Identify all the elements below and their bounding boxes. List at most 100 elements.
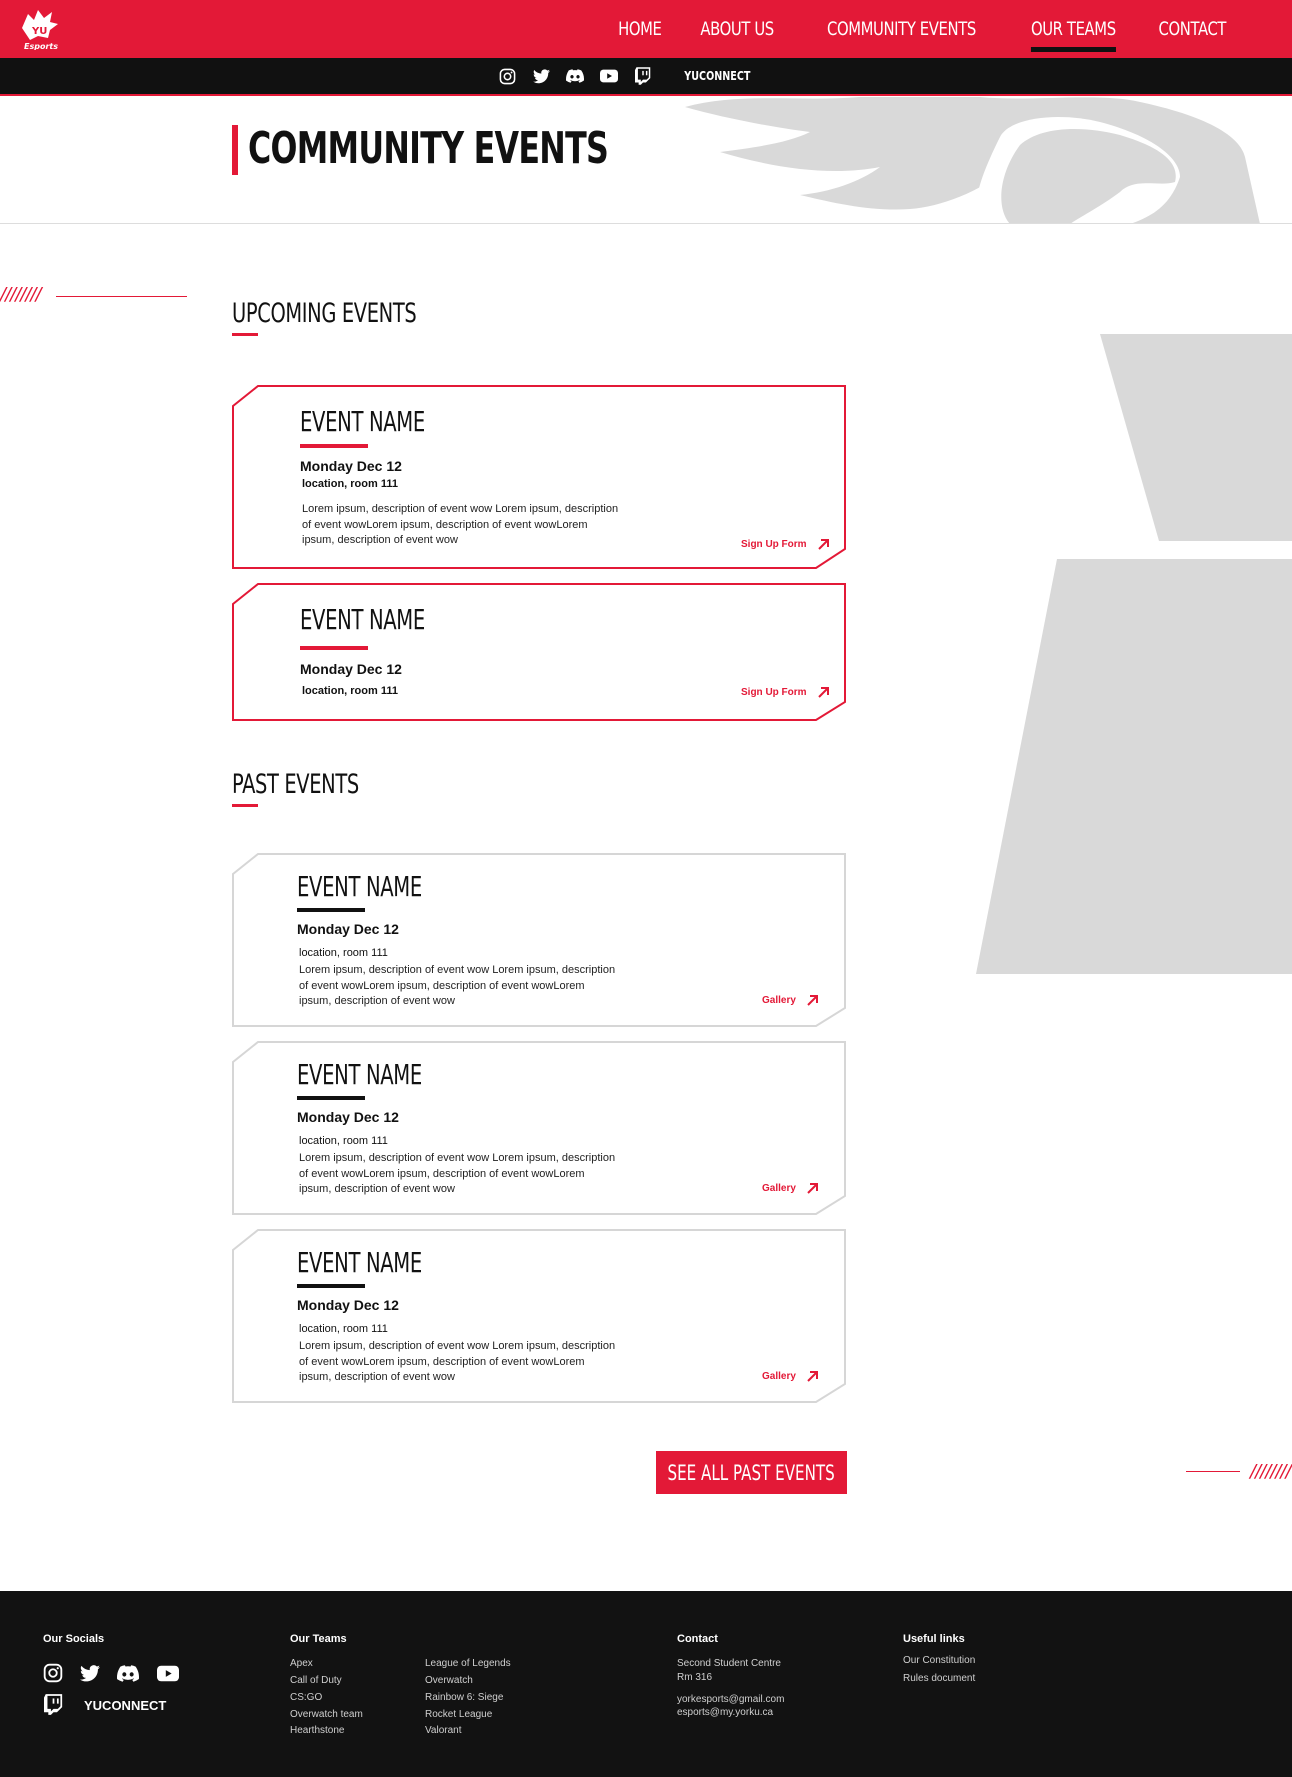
yuconnect-link[interactable]: YUCONNECT [684, 69, 750, 83]
event-description: Lorem ipsum, description of event wow Lo… [302, 503, 619, 546]
event-name-underline [297, 1096, 365, 1100]
sign-up-form-link[interactable]: Sign Up Form [741, 538, 830, 551]
footer-constitution-link[interactable]: Our Constitution [903, 1655, 975, 1666]
upcoming-events-underline [232, 333, 258, 336]
past-event-card: EVENT NAME Monday Dec 12 location, room … [232, 1229, 847, 1404]
gallery-link[interactable]: Gallery [762, 1182, 819, 1195]
main-nav: HOME ABOUT US COMMUNITY EVENTS OUR TEAMS… [601, 0, 1247, 58]
twitter-icon[interactable] [79, 1662, 101, 1684]
lion-watermark [685, 97, 1260, 223]
gallery-label: Gallery [762, 1183, 796, 1194]
nav-home[interactable]: HOME [610, 0, 671, 58]
arrow-up-right-icon [817, 539, 829, 550]
decorative-line-left [56, 296, 187, 297]
footer-team-link[interactable]: Overwatch team [290, 1709, 363, 1720]
footer-team-link[interactable]: League of Legends [425, 1658, 511, 1669]
event-description: Lorem ipsum, description of event wow Lo… [299, 1152, 616, 1195]
twitter-icon[interactable] [532, 67, 550, 85]
upcoming-event-card: EVENT NAME Monday Dec 12 location, room … [232, 385, 847, 570]
past-events-title: PAST EVENTS [232, 769, 359, 800]
sign-up-form-label: Sign Up Form [741, 539, 807, 550]
footer-rules-link[interactable]: Rules document [903, 1673, 975, 1684]
decorative-slashes-left: //////// [0, 284, 42, 305]
arrow-up-right-icon [807, 1183, 818, 1194]
upcoming-event-card: EVENT NAME Monday Dec 12 location, room … [232, 583, 847, 722]
event-location: location, room 111 [302, 685, 398, 697]
arrow-up-right-icon [817, 687, 829, 698]
sign-up-form-label: Sign Up Form [741, 687, 807, 698]
nav-contact[interactable]: CONTACT [1150, 0, 1235, 58]
svg-text:Esports: Esports [24, 42, 58, 50]
youtube-icon[interactable] [600, 67, 619, 85]
decorative-slashes-right: //////// [1250, 1461, 1292, 1482]
event-name: EVENT NAME [300, 603, 425, 636]
footer-contact-heading: Contact [677, 1633, 718, 1645]
past-events-underline [232, 804, 258, 807]
page-title: COMMUNITY EVENTS [248, 123, 609, 174]
past-event-card: EVENT NAME Monday Dec 12 location, room … [232, 1041, 847, 1216]
see-all-past-events-button[interactable]: SEE ALL PAST EVENTS [656, 1451, 847, 1494]
discord-icon[interactable] [566, 67, 585, 85]
svg-text:YU: YU [31, 26, 47, 37]
event-date: Monday Dec 12 [300, 458, 402, 474]
footer-address-line: Second Student Centre [677, 1658, 781, 1669]
social-bar: YUCONNECT [0, 58, 1292, 96]
footer-team-link[interactable]: Overwatch [425, 1675, 473, 1686]
twitch-icon[interactable] [634, 67, 652, 85]
gallery-link[interactable]: Gallery [762, 1370, 819, 1383]
instagram-icon[interactable] [498, 67, 516, 85]
event-date: Monday Dec 12 [297, 1109, 399, 1125]
footer-team-link[interactable]: Hearthstone [290, 1725, 344, 1736]
twitch-icon[interactable] [42, 1693, 64, 1715]
event-location: location, room 111 [299, 1323, 388, 1335]
gallery-label: Gallery [762, 995, 796, 1006]
footer-team-link[interactable]: Apex [290, 1658, 313, 1669]
top-navigation: YU Esports HOME ABOUT US COMMUNITY EVENT… [0, 0, 1292, 58]
nav-our-teams[interactable]: OUR TEAMS [1022, 0, 1124, 58]
event-name-underline [297, 1284, 365, 1288]
footer-address-line: Rm 316 [677, 1672, 713, 1683]
event-date: Monday Dec 12 [297, 921, 399, 937]
yu-esports-logo[interactable]: YU Esports [18, 6, 60, 51]
upcoming-events-title: UPCOMING EVENTS [232, 298, 417, 329]
event-description: Lorem ipsum, description of event wow Lo… [299, 964, 616, 1007]
instagram-icon[interactable] [42, 1662, 64, 1684]
arrow-up-right-icon [807, 1371, 818, 1382]
footer-yuconnect-link[interactable]: YUCONNECT [84, 1698, 166, 1713]
event-date: Monday Dec 12 [297, 1297, 399, 1313]
footer-socials-heading: Our Socials [43, 1633, 105, 1645]
event-name-underline [300, 444, 368, 448]
gallery-label: Gallery [762, 1371, 796, 1382]
youtube-icon[interactable] [157, 1662, 179, 1684]
event-location: location, room 111 [299, 947, 388, 959]
footer: Our Socials YUCONNECT Our Teams Apex Cal… [0, 1591, 1292, 1777]
footer-useful-links-heading: Useful links [903, 1633, 965, 1645]
event-name-underline [300, 646, 368, 650]
arrow-up-right-icon [807, 995, 818, 1006]
footer-email-link[interactable]: esports@my.yorku.ca [677, 1707, 773, 1718]
event-date: Monday Dec 12 [300, 661, 402, 677]
footer-team-link[interactable]: Rainbow 6: Siege [425, 1692, 503, 1703]
event-name: EVENT NAME [297, 870, 422, 903]
discord-icon[interactable] [117, 1662, 139, 1684]
footer-team-link[interactable]: CS:GO [290, 1692, 322, 1703]
footer-email-link[interactable]: yorkesports@gmail.com [677, 1694, 784, 1705]
footer-team-link[interactable]: Rocket League [425, 1709, 492, 1720]
decorative-line-right [1186, 1471, 1240, 1472]
past-event-card: EVENT NAME Monday Dec 12 location, room … [232, 853, 847, 1028]
nav-about-us[interactable]: ABOUT US [691, 0, 782, 58]
nav-community-events[interactable]: COMMUNITY EVENTS [818, 0, 984, 58]
event-location: location, room 111 [299, 1135, 388, 1147]
decorative-gray-shapes [976, 334, 1292, 974]
footer-team-link[interactable]: Valorant [425, 1725, 462, 1736]
event-name: EVENT NAME [300, 405, 425, 438]
sign-up-form-link[interactable]: Sign Up Form [741, 686, 830, 699]
footer-team-link[interactable]: Call of Duty [290, 1675, 342, 1686]
gallery-link[interactable]: Gallery [762, 994, 819, 1007]
title-accent-bar [232, 125, 238, 175]
event-name: EVENT NAME [297, 1058, 422, 1091]
event-name-underline [297, 908, 365, 912]
event-name: EVENT NAME [297, 1246, 422, 1279]
event-location: location, room 111 [302, 478, 398, 490]
see-all-past-events-label: SEE ALL PAST EVENTS [667, 1460, 836, 1485]
